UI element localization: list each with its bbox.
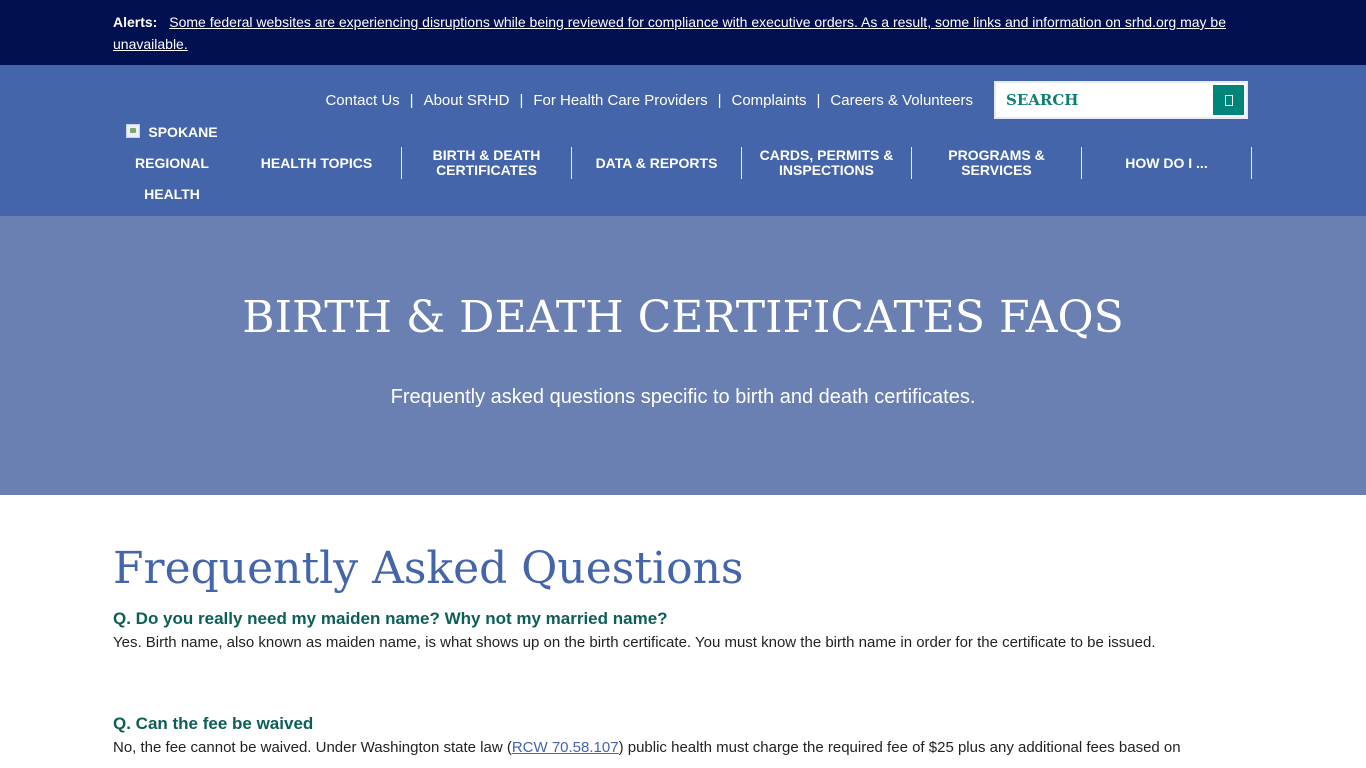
alert-content: Alerts: Some federal websites are experi… [113,11,1253,55]
logo-line-1: SPOKANE [113,117,231,148]
search-button[interactable] [1213,85,1244,115]
faq-question: Q. Can the fee be waived [113,714,314,733]
search-input[interactable] [996,83,1208,117]
page-title: BIRTH & DEATH CERTIFICATES FAQS [242,292,1124,343]
utility-link-health-care-providers[interactable]: For Health Care Providers [533,92,707,109]
site-header: SPOKANE REGIONAL HEALTH Contact Us | Abo… [0,65,1366,216]
utility-link-complaints[interactable]: Complaints [731,92,806,109]
utility-link-contact-us[interactable]: Contact Us [325,92,399,109]
logo-line-2: REGIONAL [135,155,209,171]
nav-item-data-reports[interactable]: DATA & REPORTS [572,147,742,179]
hero-banner: BIRTH & DEATH CERTIFICATES FAQS Frequent… [0,216,1366,495]
faq-item: Q. Can the fee be waived No, the fee can… [113,713,1263,759]
nav-item-cards-permits-inspections[interactable]: CARDS, PERMITS & INSPECTIONS [742,147,912,179]
utility-link-about-srhd[interactable]: About SRHD [424,92,510,109]
alert-label: Alerts: [113,14,158,30]
faq-question: Q. Do you really need my maiden name? Wh… [113,609,668,628]
search-icon [1224,94,1233,106]
logo[interactable]: SPOKANE REGIONAL HEALTH [113,117,231,210]
utility-separator: | [409,91,414,109]
alert-link[interactable]: Some federal websites are experiencing d… [113,14,1226,52]
nav-item-how-do-i[interactable]: HOW DO I ... [1082,147,1252,179]
faq-item: Q. Do you really need my maiden name? Wh… [113,608,1263,654]
nav-item-programs-services[interactable]: PROGRAMS & SERVICES [912,147,1082,179]
faq-answer: No, the fee cannot be waived. Under Wash… [113,737,1263,759]
broken-image-icon [126,124,141,138]
utility-separator: | [816,91,821,109]
search-box [994,81,1248,119]
faq-heading: Frequently Asked Questions [113,543,744,594]
utility-nav: Contact Us | About SRHD | For Health Car… [325,90,973,110]
faq-answer: Yes. Birth name, also known as maiden na… [113,634,1156,651]
nav-item-health-topics[interactable]: HEALTH TOPICS [232,147,402,179]
nav-item-birth-death-certificates[interactable]: BIRTH & DEATH CERTIFICATES [402,147,572,179]
rcw-link[interactable]: RCW 70.58.107 [512,739,619,756]
main-content: Frequently Asked Questions Q. Do you rea… [113,540,1263,759]
logo-line-3: HEALTH [144,186,200,202]
faq-answer-text-before: No, the fee cannot be waived. Under Wash… [113,739,512,756]
utility-separator: | [717,91,722,109]
utility-separator: | [519,91,524,109]
faq-answer-text-after: ) public health must charge the required… [618,739,1181,756]
utility-link-careers-volunteers[interactable]: Careers & Volunteers [830,92,973,109]
main-nav: HEALTH TOPICS BIRTH & DEATH CERTIFICATES… [232,147,1252,185]
alert-bar: Alerts: Some federal websites are experi… [0,0,1366,65]
page-subtitle: Frequently asked questions specific to b… [390,386,976,408]
